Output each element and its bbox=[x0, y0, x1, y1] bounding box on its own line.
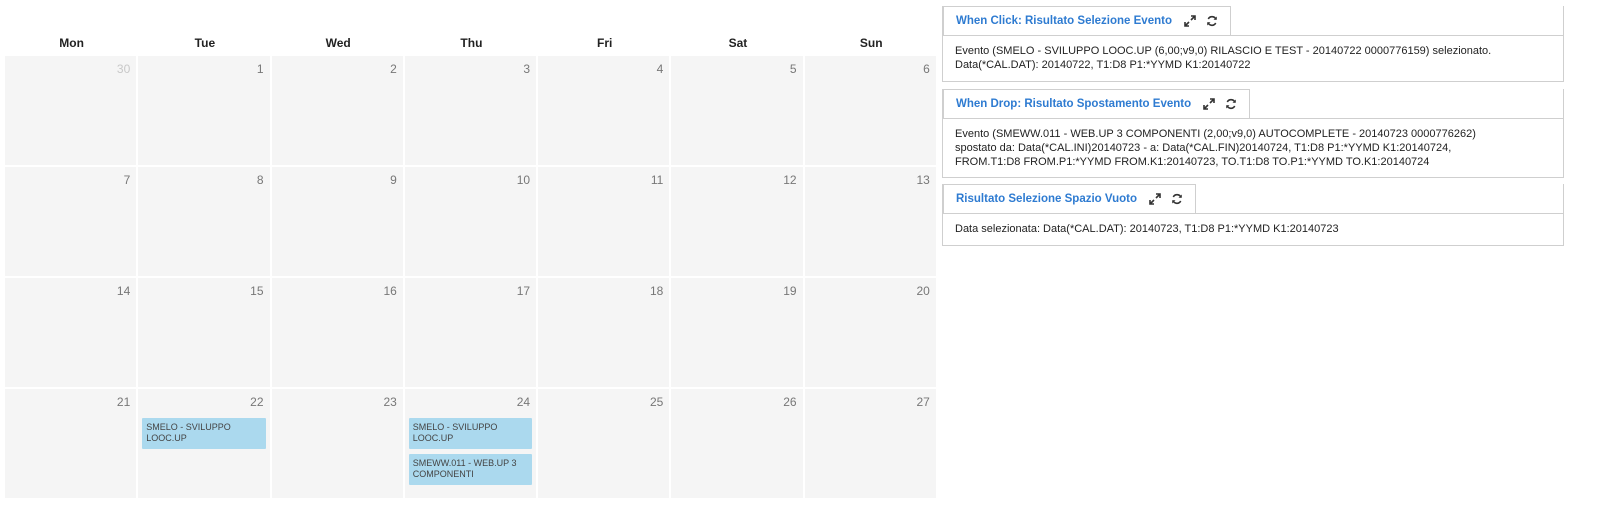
day-cell[interactable]: 18 bbox=[538, 278, 672, 389]
refresh-icon[interactable] bbox=[1169, 191, 1185, 207]
day-cell[interactable]: 5 bbox=[671, 56, 805, 167]
day-number: 11 bbox=[650, 173, 664, 187]
drop-result-panel: When Drop: Risultato Spostamento Evento … bbox=[942, 89, 1564, 178]
day-cell[interactable]: 14 bbox=[5, 278, 139, 389]
week-row: 21 22 SMELO - SVILUPPO LOOC.UP 23 24 SME… bbox=[5, 389, 938, 500]
month-calendar: Mon Tue Wed Thu Fri Sat Sun 30 1 2 3 4 5… bbox=[5, 30, 938, 505]
day-number: 22 bbox=[250, 395, 264, 409]
weekday-mon: Mon bbox=[59, 36, 84, 50]
day-cell[interactable]: 13 bbox=[804, 167, 938, 278]
day-number: 8 bbox=[256, 173, 264, 187]
day-cell[interactable]: 22 SMELO - SVILUPPO LOOC.UP bbox=[138, 389, 272, 500]
day-number: 18 bbox=[649, 284, 664, 298]
day-number: 19 bbox=[783, 284, 797, 298]
panel-tab: When Click: Risultato Selezione Evento bbox=[943, 6, 1231, 35]
weekday-sat: Sat bbox=[728, 36, 748, 50]
weekday-thu: Thu bbox=[460, 36, 483, 50]
click-result-panel: When Click: Risultato Selezione Evento E… bbox=[942, 6, 1564, 82]
day-number: 9 bbox=[390, 173, 397, 187]
day-cell[interactable]: 9 bbox=[271, 167, 405, 278]
day-cell[interactable]: 12 bbox=[671, 167, 805, 278]
day-number: 15 bbox=[250, 284, 264, 298]
day-cell[interactable]: 7 bbox=[5, 167, 139, 278]
day-cell[interactable]: 3 bbox=[404, 56, 539, 167]
day-cell[interactable]: 20 bbox=[804, 278, 938, 389]
day-cell[interactable]: 6 bbox=[804, 56, 938, 167]
day-cell[interactable]: 30 bbox=[5, 56, 139, 167]
day-cell[interactable]: 16 bbox=[271, 278, 405, 389]
panel-text: Evento (SMELO - SVILUPPO LOOC.UP (6,00;v… bbox=[955, 45, 1492, 57]
weekday-tue: Tue bbox=[194, 36, 216, 50]
day-cell[interactable]: 21 bbox=[5, 389, 139, 500]
weekday-wed: Wed bbox=[325, 36, 351, 50]
refresh-icon[interactable] bbox=[1204, 13, 1220, 29]
day-number: 4 bbox=[656, 62, 664, 76]
day-number: 26 bbox=[783, 395, 797, 409]
week-row: 30 1 2 3 4 5 6 bbox=[5, 56, 938, 167]
day-number: 16 bbox=[383, 284, 397, 298]
panel-title: When Drop: Risultato Spostamento Evento bbox=[956, 98, 1192, 110]
day-number: 24 bbox=[516, 395, 531, 409]
calendar-event[interactable]: SMEWW.011 - WEB.UP 3 COMPONENTI bbox=[408, 454, 533, 485]
panel-text: spostato da: Data(*CAL.INI)20140723 - a:… bbox=[955, 142, 1452, 154]
day-cell[interactable]: 17 bbox=[404, 278, 539, 389]
panel-tab: When Drop: Risultato Spostamento Evento bbox=[943, 89, 1251, 118]
day-number: 27 bbox=[916, 395, 930, 409]
panel-body: Evento (SMELO - SVILUPPO LOOC.UP (6,00;v… bbox=[943, 35, 1563, 81]
panel-body: Data selezionata: Data(*CAL.DAT): 201407… bbox=[943, 213, 1563, 245]
panel-text: FROM.T1:D8 FROM.P1:*YYMD FROM.K1:2014072… bbox=[955, 156, 1430, 168]
panel-text: Data(*CAL.DAT): 20140722, T1:D8 P1:*YYMD… bbox=[955, 59, 1251, 71]
refresh-icon[interactable] bbox=[1223, 96, 1239, 112]
day-cell[interactable]: 11 bbox=[538, 167, 672, 278]
panel-tab: Risultato Selezione Spazio Vuoto bbox=[943, 184, 1197, 213]
day-number: 23 bbox=[383, 395, 397, 409]
calendar-grid: 30 1 2 3 4 5 6 7 8 9 10 11 12 13 14 15 1… bbox=[5, 56, 938, 500]
expand-icon[interactable] bbox=[1147, 191, 1163, 207]
day-number: 13 bbox=[916, 173, 930, 187]
day-cell[interactable]: 23 bbox=[271, 389, 405, 500]
day-number: 5 bbox=[789, 62, 797, 76]
calendar-event[interactable]: SMELO - SVILUPPO LOOC.UP bbox=[408, 418, 533, 449]
week-row: 7 8 9 10 11 12 13 bbox=[5, 167, 938, 278]
panel-title: Risultato Selezione Spazio Vuoto bbox=[956, 193, 1138, 205]
day-cell[interactable]: 25 bbox=[538, 389, 672, 500]
expand-icon[interactable] bbox=[1182, 13, 1198, 29]
day-number: 21 bbox=[116, 395, 131, 409]
day-number: 3 bbox=[523, 62, 531, 76]
expand-icon[interactable] bbox=[1201, 96, 1217, 112]
panel-body: Evento (SMEWW.011 - WEB.UP 3 COMPONENTI … bbox=[943, 118, 1563, 177]
panel-text: Data selezionata: Data(*CAL.DAT): 201407… bbox=[955, 223, 1339, 235]
weekday-sun: Sun bbox=[859, 36, 883, 50]
day-cell[interactable]: 4 bbox=[538, 56, 672, 167]
weekday-header: Mon Tue Wed Thu Fri Sat Sun bbox=[5, 30, 938, 56]
day-number: 7 bbox=[123, 173, 131, 187]
day-cell[interactable]: 24 SMELO - SVILUPPO LOOC.UP SMEWW.011 - … bbox=[404, 389, 539, 500]
empty-slot-result-panel: Risultato Selezione Spazio Vuoto Data se… bbox=[942, 184, 1564, 246]
panel-title: When Click: Risultato Selezione Evento bbox=[956, 15, 1172, 27]
day-cell[interactable]: 26 bbox=[671, 389, 805, 500]
day-cell[interactable]: 15 bbox=[138, 278, 272, 389]
day-number: 1 bbox=[256, 62, 264, 76]
day-cell[interactable]: 1 bbox=[138, 56, 272, 167]
day-number: 14 bbox=[116, 284, 131, 298]
day-cell[interactable]: 27 bbox=[804, 389, 938, 500]
day-number: 12 bbox=[783, 173, 797, 187]
day-number: 6 bbox=[923, 62, 930, 76]
day-cell[interactable]: 2 bbox=[271, 56, 405, 167]
day-number: 25 bbox=[649, 395, 664, 409]
day-number: 10 bbox=[516, 173, 531, 187]
day-cell[interactable]: 8 bbox=[138, 167, 272, 278]
day-cell[interactable]: 19 bbox=[671, 278, 805, 389]
day-number: 30 bbox=[116, 62, 131, 76]
day-cell[interactable]: 10 bbox=[404, 167, 539, 278]
day-number: 17 bbox=[516, 284, 531, 298]
day-number: 2 bbox=[390, 62, 397, 76]
calendar-event[interactable]: SMELO - SVILUPPO LOOC.UP bbox=[142, 418, 266, 449]
weekday-fri: Fri bbox=[597, 36, 613, 50]
panel-text: Evento (SMEWW.011 - WEB.UP 3 COMPONENTI … bbox=[955, 128, 1476, 140]
day-number: 20 bbox=[916, 284, 930, 298]
week-row: 14 15 16 17 18 19 20 bbox=[5, 278, 938, 389]
